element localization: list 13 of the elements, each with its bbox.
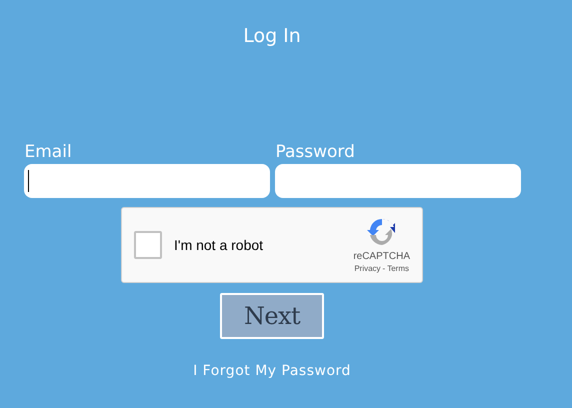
privacy-link[interactable]: Privacy — [354, 263, 381, 274]
separator-text: - — [382, 263, 386, 274]
field-label: Password — [276, 141, 356, 164]
next-button[interactable]: Next — [220, 293, 324, 339]
input-field[interactable] — [274, 164, 520, 198]
input-field[interactable] — [24, 164, 270, 198]
captcha-checkbox[interactable] — [134, 231, 162, 259]
page-title: Log In — [243, 24, 301, 48]
captcha-label: I'm not a robot — [174, 236, 264, 254]
recaptcha-logo-icon — [366, 216, 398, 248]
field-label: Email — [24, 141, 73, 164]
captcha-brand: reCAPTCHA — [353, 250, 410, 263]
terms-link[interactable]: Terms — [387, 263, 409, 274]
